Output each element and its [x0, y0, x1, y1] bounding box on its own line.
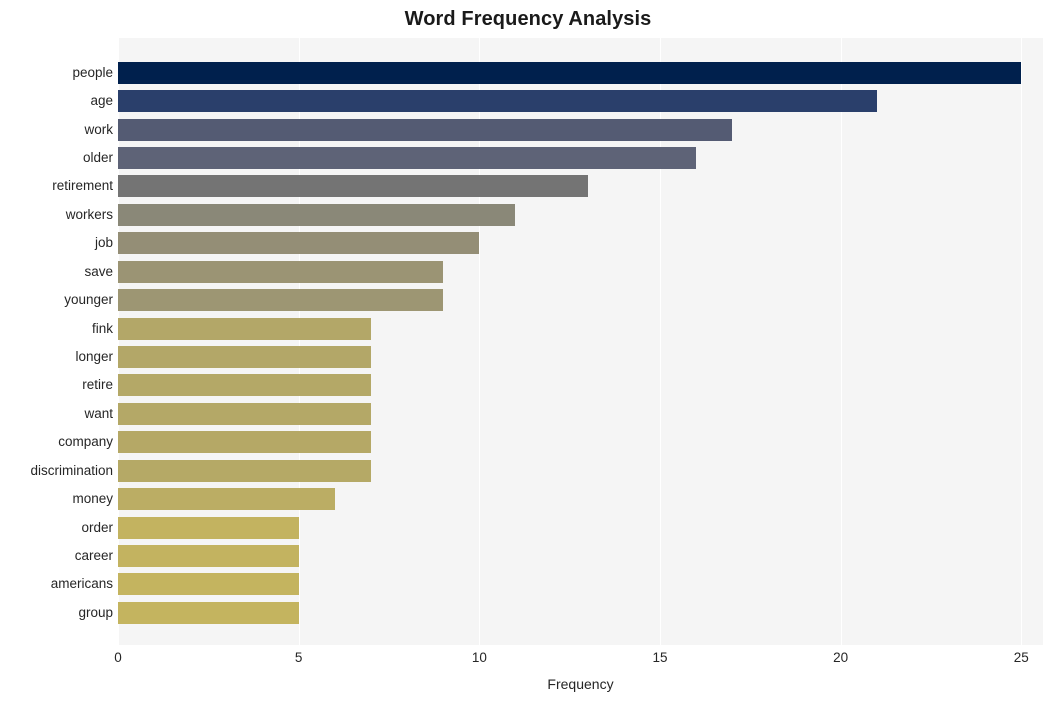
bar-group[interactable]: [118, 601, 299, 624]
y-tick-label-retirement: retirement: [52, 178, 113, 194]
y-tick-label-discrimination: discrimination: [30, 462, 113, 478]
bar-row: [118, 115, 1043, 143]
bar-older[interactable]: [118, 146, 697, 169]
y-tick-label-company: company: [58, 434, 113, 450]
bar-row: [118, 542, 1043, 570]
bar-row: [118, 257, 1043, 285]
bar-money[interactable]: [118, 488, 335, 511]
bar-younger[interactable]: [118, 289, 444, 312]
x-axis: 0 5 10 15 20 25: [114, 645, 1043, 675]
bar-work[interactable]: [118, 118, 733, 141]
bar-row: [118, 485, 1043, 513]
page-title: Word Frequency Analysis: [404, 8, 652, 30]
y-tick-label-americans: americans: [50, 576, 113, 592]
bar-row: [118, 400, 1043, 428]
x-tick-label-20: 20: [833, 650, 849, 665]
bar-row: [118, 314, 1043, 342]
y-tick-label-age: age: [90, 93, 113, 109]
bar-save[interactable]: [118, 260, 444, 283]
x-tick-label-15: 15: [652, 650, 668, 665]
y-tick-label-money: money: [72, 491, 113, 507]
y-tick-label-workers: workers: [65, 206, 113, 222]
y-tick-label-retire: retire: [82, 377, 113, 393]
bar-row: [118, 172, 1043, 200]
y-tick-label-people: people: [72, 64, 113, 80]
bar-row: [118, 229, 1043, 257]
bar-job[interactable]: [118, 232, 480, 255]
bar-retire[interactable]: [118, 374, 371, 397]
bar-row: [118, 286, 1043, 314]
chart-figure: Word Frequency Analysis people age work old…: [0, 0, 1056, 701]
bar-row: [118, 87, 1043, 115]
bar-order[interactable]: [118, 516, 299, 539]
bar-row: [118, 570, 1043, 598]
bar-workers[interactable]: [118, 203, 516, 226]
y-tick-label-order: order: [81, 519, 113, 535]
bar-career[interactable]: [118, 544, 299, 567]
bar-row: [118, 428, 1043, 456]
y-tick-label-save: save: [84, 263, 113, 279]
y-tick-label-group: group: [78, 604, 113, 620]
bar-row: [118, 58, 1043, 86]
bar-row: [118, 457, 1043, 485]
bar-row: [118, 371, 1043, 399]
bar-retirement[interactable]: [118, 175, 588, 198]
bar-row: [118, 599, 1043, 627]
bar-discrimination[interactable]: [118, 459, 371, 482]
bar-row: [118, 343, 1043, 371]
x-axis-title: Frequency: [547, 676, 614, 692]
y-tick-label-fink: fink: [91, 320, 113, 336]
x-tick-label-10: 10: [471, 650, 487, 665]
y-tick-label-younger: younger: [64, 292, 113, 308]
y-tick-label-want: want: [84, 405, 113, 421]
bar-company[interactable]: [118, 431, 371, 454]
y-tick-label-older: older: [82, 149, 113, 165]
x-tick-label-25: 25: [1013, 650, 1029, 665]
y-tick-label-work: work: [84, 121, 113, 137]
bar-fink[interactable]: [118, 317, 371, 340]
y-tick-label-career: career: [74, 547, 113, 563]
y-tick-label-job: job: [94, 235, 113, 251]
x-tick-label-5: 5: [294, 650, 303, 665]
bar-row: [118, 513, 1043, 541]
plot-area: [118, 38, 1043, 645]
bar-americans[interactable]: [118, 573, 299, 596]
bar-age[interactable]: [118, 90, 877, 113]
y-axis: people age work older retirement workers job sa…: [0, 38, 113, 645]
y-tick-label-longer: longer: [75, 348, 113, 364]
bar-row: [118, 144, 1043, 172]
bar-longer[interactable]: [118, 345, 371, 368]
bar-row: [118, 201, 1043, 229]
x-tick-label-0: 0: [114, 650, 122, 665]
bar-people[interactable]: [118, 61, 1022, 84]
bar-want[interactable]: [118, 402, 371, 425]
